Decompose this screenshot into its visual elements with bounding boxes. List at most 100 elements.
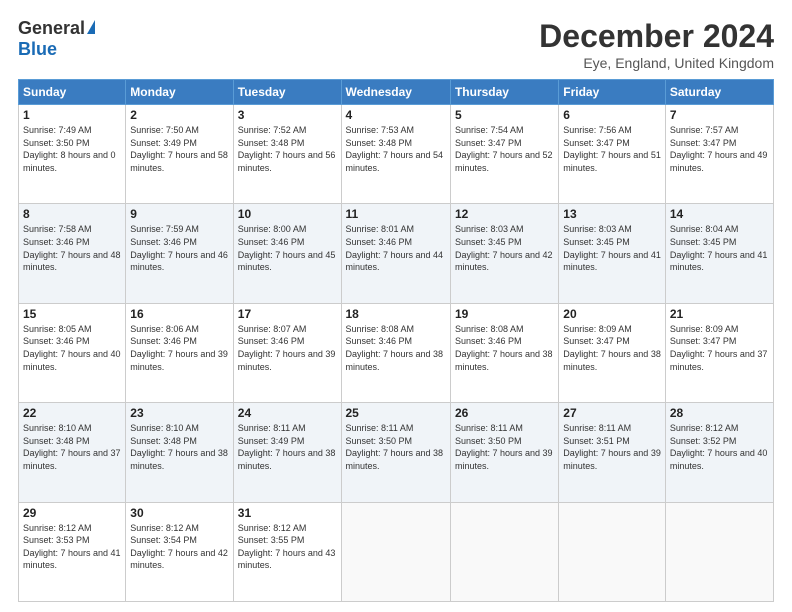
- daylight-text: Daylight: 7 hours and 42 minutes.: [455, 250, 553, 273]
- logo-blue-text: Blue: [18, 39, 57, 60]
- daylight-text: Daylight: 7 hours and 45 minutes.: [238, 250, 336, 273]
- sunrise-text: Sunrise: 8:08 AM: [455, 324, 524, 334]
- sunset-text: Sunset: 3:54 PM: [130, 535, 197, 545]
- header-saturday: Saturday: [665, 80, 773, 105]
- day-number: 7: [670, 108, 769, 122]
- day-info: Sunrise: 8:06 AMSunset: 3:46 PMDaylight:…: [130, 323, 228, 373]
- sunset-text: Sunset: 3:45 PM: [563, 237, 630, 247]
- calendar-table: Sunday Monday Tuesday Wednesday Thursday…: [18, 79, 774, 602]
- sunrise-text: Sunrise: 8:12 AM: [670, 423, 739, 433]
- daylight-text: Daylight: 7 hours and 39 minutes.: [455, 448, 553, 471]
- calendar-cell: 29Sunrise: 8:12 AMSunset: 3:53 PMDayligh…: [19, 502, 126, 601]
- day-number: 3: [238, 108, 337, 122]
- calendar-cell: 12Sunrise: 8:03 AMSunset: 3:45 PMDayligh…: [450, 204, 558, 303]
- daylight-text: Daylight: 7 hours and 46 minutes.: [130, 250, 228, 273]
- sunrise-text: Sunrise: 8:08 AM: [346, 324, 415, 334]
- calendar-cell: 2Sunrise: 7:50 AMSunset: 3:49 PMDaylight…: [126, 105, 233, 204]
- daylight-text: Daylight: 7 hours and 39 minutes.: [238, 349, 336, 372]
- sunset-text: Sunset: 3:52 PM: [670, 436, 737, 446]
- day-info: Sunrise: 8:07 AMSunset: 3:46 PMDaylight:…: [238, 323, 337, 373]
- day-info: Sunrise: 8:08 AMSunset: 3:46 PMDaylight:…: [346, 323, 446, 373]
- calendar-cell: 23 Sunrise: 8:10 AMSunset: 3:48 PMDayligh…: [126, 403, 233, 502]
- sunrise-text: Sunrise: 8:11 AM: [346, 423, 414, 433]
- day-info: Sunrise: 8:11 AMSunset: 3:51 PMDaylight:…: [563, 422, 661, 472]
- day-number: 30: [130, 506, 228, 520]
- sunset-text: Sunset: 3:48 PM: [238, 138, 305, 148]
- sunrise-text: Sunrise: 7:53 AM: [346, 125, 415, 135]
- sunrise-text: Sunrise: 8:03 AM: [563, 224, 632, 234]
- day-number: 23: [130, 406, 228, 420]
- calendar-cell: 18Sunrise: 8:08 AMSunset: 3:46 PMDayligh…: [341, 303, 450, 402]
- day-number: 19: [455, 307, 554, 321]
- calendar-cell: 7 Sunrise: 7:57 AMSunset: 3:47 PMDaylight…: [665, 105, 773, 204]
- calendar-cell: 26 Sunrise: 8:11 AMSunset: 3:50 PMDayligh…: [450, 403, 558, 502]
- daylight-text: Daylight: 7 hours and 38 minutes.: [455, 349, 553, 372]
- header-friday: Friday: [559, 80, 666, 105]
- day-number: 17: [238, 307, 337, 321]
- sunrise-text: Sunrise: 8:01 AM: [346, 224, 415, 234]
- sunrise-text: Sunrise: 8:11 AM: [238, 423, 306, 433]
- sunset-text: Sunset: 3:51 PM: [563, 436, 630, 446]
- day-number: 21: [670, 307, 769, 321]
- header: General Blue December 2024 Eye, England,…: [18, 18, 774, 71]
- month-title: December 2024: [539, 18, 774, 55]
- calendar-header-row: Sunday Monday Tuesday Wednesday Thursday…: [19, 80, 774, 105]
- logo-triangle-icon: [87, 20, 95, 34]
- daylight-text: Daylight: 7 hours and 38 minutes.: [563, 349, 661, 372]
- calendar-week-row-1: 1Sunrise: 7:49 AMSunset: 3:50 PMDaylight…: [19, 105, 774, 204]
- calendar-cell: 20Sunrise: 8:09 AMSunset: 3:47 PMDayligh…: [559, 303, 666, 402]
- day-number: 16: [130, 307, 228, 321]
- sunrise-text: Sunrise: 8:07 AM: [238, 324, 307, 334]
- day-number: 8: [23, 207, 121, 221]
- calendar-cell: [450, 502, 558, 601]
- daylight-text: Daylight: 7 hours and 52 minutes.: [455, 150, 553, 173]
- daylight-text: Daylight: 7 hours and 51 minutes.: [563, 150, 661, 173]
- daylight-text: Daylight: 7 hours and 48 minutes.: [23, 250, 121, 273]
- day-info: Sunrise: 8:11 AMSunset: 3:50 PMDaylight:…: [346, 422, 446, 472]
- calendar-cell: 1Sunrise: 7:49 AMSunset: 3:50 PMDaylight…: [19, 105, 126, 204]
- calendar-cell: 22Sunrise: 8:10 AMSunset: 3:48 PMDayligh…: [19, 403, 126, 502]
- sunrise-text: Sunrise: 8:10 AM: [23, 423, 92, 433]
- day-number: 22: [23, 406, 121, 420]
- day-info: Sunrise: 8:11 AMSunset: 3:50 PMDaylight:…: [455, 422, 554, 472]
- day-number: 26: [455, 406, 554, 420]
- day-info: Sunrise: 8:12 AMSunset: 3:55 PMDaylight:…: [238, 522, 337, 572]
- day-number: 29: [23, 506, 121, 520]
- day-info: Sunrise: 8:10 AMSunset: 3:48 PMDaylight:…: [130, 422, 228, 472]
- sunrise-text: Sunrise: 7:52 AM: [238, 125, 307, 135]
- header-wednesday: Wednesday: [341, 80, 450, 105]
- sunset-text: Sunset: 3:49 PM: [130, 138, 197, 148]
- sunset-text: Sunset: 3:50 PM: [455, 436, 522, 446]
- sunset-text: Sunset: 3:46 PM: [130, 336, 197, 346]
- sunset-text: Sunset: 3:47 PM: [455, 138, 522, 148]
- day-info: Sunrise: 8:04 AMSunset: 3:45 PMDaylight:…: [670, 223, 769, 273]
- day-number: 10: [238, 207, 337, 221]
- sunset-text: Sunset: 3:46 PM: [346, 237, 413, 247]
- daylight-text: Daylight: 8 hours and 0 minutes.: [23, 150, 116, 173]
- location-subtitle: Eye, England, United Kingdom: [539, 55, 774, 71]
- day-number: 9: [130, 207, 228, 221]
- daylight-text: Daylight: 7 hours and 39 minutes.: [130, 349, 228, 372]
- daylight-text: Daylight: 7 hours and 38 minutes.: [346, 448, 444, 471]
- day-info: Sunrise: 7:57 AMSunset: 3:47 PMDaylight:…: [670, 124, 769, 174]
- daylight-text: Daylight: 7 hours and 38 minutes.: [238, 448, 336, 471]
- daylight-text: Daylight: 7 hours and 43 minutes.: [238, 548, 336, 571]
- sunrise-text: Sunrise: 7:49 AM: [23, 125, 92, 135]
- sunset-text: Sunset: 3:46 PM: [346, 336, 413, 346]
- sunset-text: Sunset: 3:47 PM: [563, 138, 630, 148]
- calendar-cell: [341, 502, 450, 601]
- daylight-text: Daylight: 7 hours and 40 minutes.: [23, 349, 121, 372]
- calendar-week-row-5: 29Sunrise: 8:12 AMSunset: 3:53 PMDayligh…: [19, 502, 774, 601]
- sunrise-text: Sunrise: 8:00 AM: [238, 224, 307, 234]
- daylight-text: Daylight: 7 hours and 56 minutes.: [238, 150, 336, 173]
- day-info: Sunrise: 8:12 AMSunset: 3:54 PMDaylight:…: [130, 522, 228, 572]
- sunset-text: Sunset: 3:48 PM: [130, 436, 197, 446]
- sunrise-text: Sunrise: 8:04 AM: [670, 224, 739, 234]
- daylight-text: Daylight: 7 hours and 49 minutes.: [670, 150, 768, 173]
- day-number: 15: [23, 307, 121, 321]
- daylight-text: Daylight: 7 hours and 39 minutes.: [563, 448, 661, 471]
- calendar-cell: 13Sunrise: 8:03 AMSunset: 3:45 PMDayligh…: [559, 204, 666, 303]
- sunset-text: Sunset: 3:46 PM: [455, 336, 522, 346]
- day-info: Sunrise: 7:56 AMSunset: 3:47 PMDaylight:…: [563, 124, 661, 174]
- day-number: 13: [563, 207, 661, 221]
